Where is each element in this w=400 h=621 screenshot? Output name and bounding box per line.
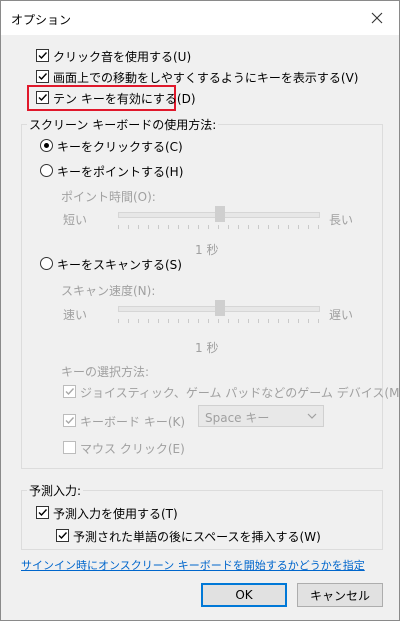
check-icon <box>65 417 75 425</box>
slider-tick <box>248 319 249 323</box>
slider-tick <box>218 225 219 229</box>
slider-tick <box>178 225 179 229</box>
slider-tick <box>138 319 139 323</box>
joystick-label: ジョイスティック、ゲーム パッドなどのゲーム デバイス(M) <box>80 386 400 400</box>
chevron-down-icon <box>307 413 317 419</box>
slider-tick <box>148 319 149 323</box>
slider-tick <box>198 225 199 229</box>
hover-duration-label: ポイント時間(O): <box>61 190 156 204</box>
keyboard-key-label: キーボード キー(K) <box>80 415 186 429</box>
close-button[interactable] <box>357 1 397 35</box>
slider-tick <box>168 319 169 323</box>
joystick-checkbox[interactable] <box>63 385 76 398</box>
slider-tick <box>118 319 119 323</box>
slider-tick <box>268 319 269 323</box>
slider-tick <box>158 225 159 229</box>
insert-space-checkbox[interactable] <box>56 529 69 542</box>
key-selection-label: キーの選択方法: <box>61 365 150 379</box>
use-prediction-checkbox[interactable] <box>36 506 49 519</box>
radio-selected-dot <box>44 143 49 148</box>
slider-tick <box>188 225 189 229</box>
check-icon <box>38 73 48 81</box>
slider-tick <box>258 225 259 229</box>
close-icon <box>371 12 383 24</box>
keyboard-key-select[interactable]: Space キー <box>198 405 324 427</box>
options-dialog: オプション クリック音を使用する(U) 画面上での移動をしやすくするようにキーを… <box>0 0 400 621</box>
slider-tick <box>208 225 209 229</box>
click-sound-checkbox[interactable] <box>36 49 49 62</box>
slider-tick <box>228 319 229 323</box>
slider-tick <box>318 225 319 229</box>
title-bar: オプション <box>1 1 399 35</box>
slider-tick <box>278 319 279 323</box>
slider-tick <box>138 225 139 229</box>
keyboard-key-select-value: Space キー <box>205 411 270 425</box>
click-keys-label: キーをクリックする(C) <box>57 140 183 154</box>
screen-keyboard-group-title: スクリーン キーボードの使用方法: <box>27 116 219 133</box>
slider-tick <box>238 319 239 323</box>
slider-tick <box>118 225 119 229</box>
mouse-click-checkbox[interactable] <box>63 441 76 454</box>
slider-tick <box>208 319 209 323</box>
slider-tick <box>318 319 319 323</box>
scan-fast-label: 速い <box>63 308 88 322</box>
dialog-title: オプション <box>11 13 72 27</box>
keyboard-key-checkbox[interactable] <box>63 414 76 427</box>
slider-tick <box>158 319 159 323</box>
check-icon <box>38 94 48 102</box>
scan-slider-ticks <box>118 319 320 325</box>
use-prediction-label: 予測入力を使用する(T) <box>53 507 178 521</box>
check-icon <box>38 509 48 517</box>
hover-long-label: 長い <box>329 213 354 227</box>
slider-tick <box>148 225 149 229</box>
slider-tick <box>178 319 179 323</box>
hover-keys-label: キーをポイントする(H) <box>57 165 184 179</box>
slider-tick <box>278 225 279 229</box>
check-icon <box>65 388 75 396</box>
slider-tick <box>288 319 289 323</box>
show-keys-checkbox[interactable] <box>36 70 49 83</box>
ok-button[interactable]: OK <box>201 583 287 607</box>
hover-keys-radio[interactable] <box>40 164 53 177</box>
hover-value: 1 秒 <box>195 243 219 257</box>
scan-keys-label: キーをスキャンする(S) <box>57 258 182 272</box>
slider-tick <box>188 319 189 323</box>
click-sound-label: クリック音を使用する(U) <box>53 50 192 64</box>
slider-tick <box>298 225 299 229</box>
signin-keyboard-link[interactable]: サインイン時にオンスクリーン キーボードを開始するかどうかを指定 <box>21 557 365 573</box>
slider-tick <box>308 319 309 323</box>
slider-tick <box>258 319 259 323</box>
slider-tick <box>288 225 289 229</box>
prediction-group-title: 予測入力: <box>27 482 84 499</box>
slider-tick <box>128 225 129 229</box>
scan-speed-label: スキャン速度(N): <box>61 284 156 298</box>
insert-space-label: 予測された単語の後にスペースを挿入する(W) <box>73 530 321 544</box>
check-icon <box>38 52 48 60</box>
slider-tick <box>168 225 169 229</box>
mouse-click-label: マウス クリック(E) <box>80 442 185 456</box>
scan-speed-slider-thumb[interactable] <box>215 300 225 316</box>
numpad-checkbox[interactable] <box>36 91 49 104</box>
slider-tick <box>218 319 219 323</box>
cancel-button[interactable]: キャンセル <box>297 583 383 607</box>
slider-tick <box>238 225 239 229</box>
slider-tick <box>298 319 299 323</box>
slider-tick <box>128 319 129 323</box>
hover-short-label: 短い <box>63 213 88 227</box>
show-keys-label: 画面上での移動をしやすくするようにキーを表示する(V) <box>53 71 359 85</box>
scan-value: 1 秒 <box>195 341 219 355</box>
click-keys-radio[interactable] <box>40 139 53 152</box>
slider-tick <box>228 225 229 229</box>
slider-tick <box>308 225 309 229</box>
scan-slow-label: 遅い <box>329 308 354 322</box>
check-icon <box>58 532 68 540</box>
hover-slider-ticks <box>118 225 320 231</box>
hover-duration-slider-thumb[interactable] <box>215 206 225 222</box>
numpad-label: テン キーを有効にする(D) <box>53 92 196 106</box>
slider-tick <box>198 319 199 323</box>
scan-keys-radio[interactable] <box>40 257 53 270</box>
slider-tick <box>248 225 249 229</box>
slider-tick <box>268 225 269 229</box>
